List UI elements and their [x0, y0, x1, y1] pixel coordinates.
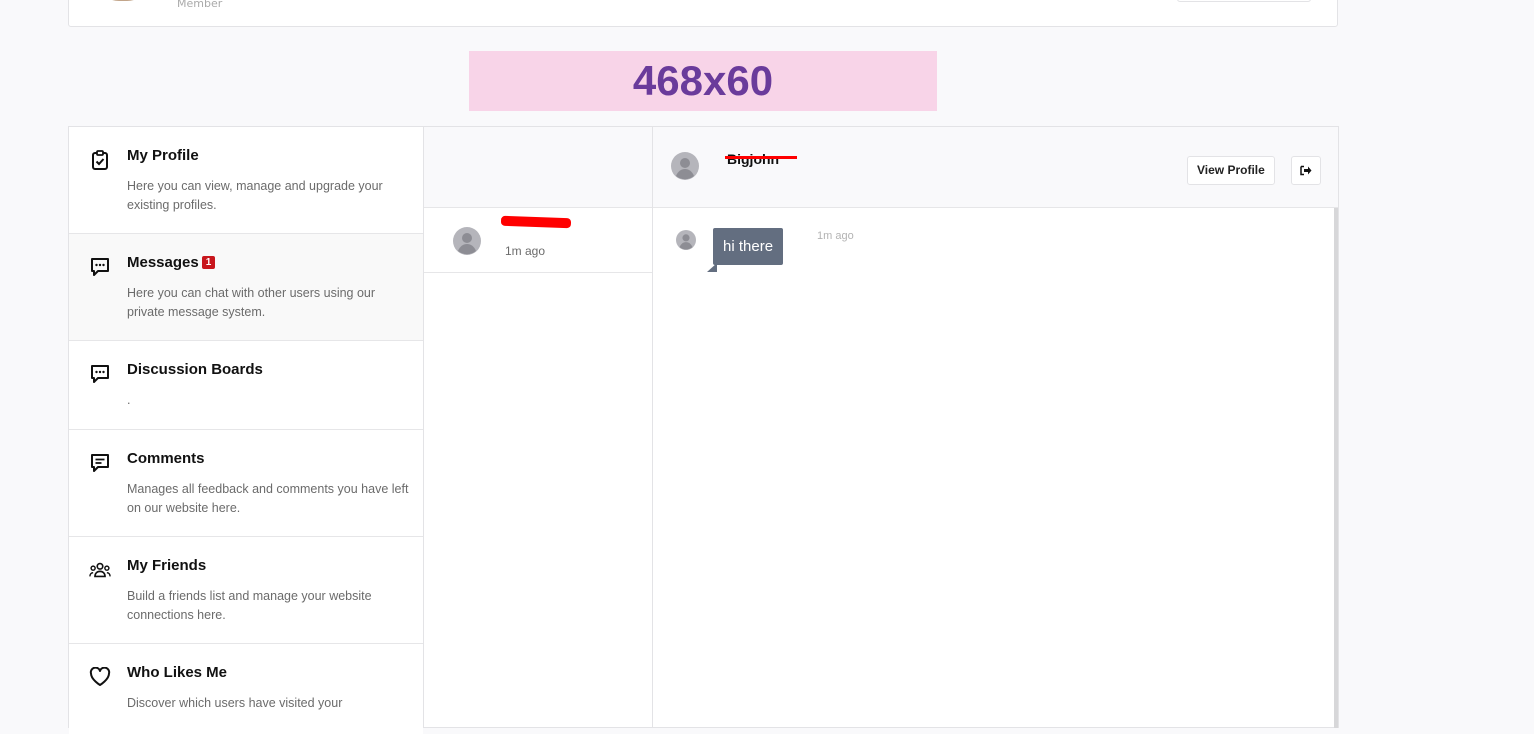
leave-chat-button[interactable] — [1291, 156, 1321, 185]
user-avatar-icon — [676, 230, 696, 254]
profile-card-button[interactable] — [1177, 0, 1311, 2]
member-role-label: Member — [177, 0, 223, 10]
clipboard-check-icon — [89, 149, 111, 171]
user-avatar-icon[interactable] — [671, 152, 699, 184]
conversation-list: 1m ago — [424, 127, 653, 727]
conversation-list-header — [424, 127, 652, 208]
message-time: 1m ago — [817, 230, 854, 242]
view-profile-button[interactable]: View Profile — [1187, 156, 1275, 185]
sidebar-item-desc: Discover which users have visited your — [127, 696, 343, 710]
sidebar-item-desc: Build a friends list and manage your web… — [127, 589, 372, 622]
name-redaction-mark — [725, 156, 797, 159]
chat-icon — [89, 363, 111, 385]
ad-banner-text: 468x60 — [632, 57, 774, 104]
sidebar-item-title: Discussion Boards — [127, 361, 263, 378]
sidebar-item-desc: Here you can chat with other users using… — [127, 286, 376, 319]
sidebar-item-desc: . — [127, 393, 131, 407]
chat-scrollbar[interactable] — [1334, 208, 1338, 728]
chat-icon — [89, 256, 111, 278]
sidebar-item-title: Comments — [127, 450, 205, 467]
redacted-username — [500, 215, 572, 229]
sidebar-item-my-friends[interactable]: My Friends Build a friends list and mana… — [69, 537, 423, 644]
sidebar-item-who-likes-me[interactable]: Who Likes Me Discover which users have v… — [69, 644, 423, 734]
sidebar-item-title: My Friends — [127, 557, 207, 574]
ad-banner[interactable]: 468x60 — [469, 51, 937, 111]
comment-icon — [89, 452, 111, 474]
sidebar-item-title: My Profile — [127, 147, 199, 164]
sidebar-item-title: Messages 1 — [127, 254, 216, 271]
chat-partner-name: Bigjohn — [727, 151, 780, 167]
sidebar-item-messages[interactable]: Messages 1 Here you can chat with other u… — [69, 234, 423, 341]
avatar — [95, 0, 151, 1]
chat-header: Bigjohn View Profile — [653, 127, 1338, 208]
sidebar-item-title: Who Likes Me — [127, 664, 228, 681]
chat-panel: Bigjohn View Profile hi there 1m ago — [653, 127, 1338, 728]
message-bubble: hi there — [713, 228, 784, 265]
account-sidebar: My Profile Here you can view, manage and… — [69, 127, 424, 734]
sidebar-item-my-profile[interactable]: My Profile Here you can view, manage and… — [69, 127, 423, 234]
sidebar-item-discussion-boards[interactable]: Discussion Boards . — [69, 341, 423, 430]
heart-icon — [89, 666, 111, 688]
sidebar-item-desc: Manages all feedback and comments you ha… — [127, 482, 409, 515]
sidebar-item-comments[interactable]: Comments Manages all feedback and commen… — [69, 430, 423, 537]
user-avatar-icon — [453, 227, 481, 259]
sign-out-icon — [1300, 165, 1312, 176]
messages-layout: My Profile Here you can view, manage and… — [68, 126, 1339, 734]
conversation-time: 1m ago — [505, 244, 546, 258]
sidebar-item-desc: Here you can view, manage and upgrade yo… — [127, 179, 383, 212]
profile-summary-card: Member — [68, 0, 1338, 27]
users-icon — [89, 559, 111, 581]
unread-badge: 1 — [201, 256, 216, 269]
conversation-item[interactable]: 1m ago — [424, 208, 652, 273]
chat-messages: hi there 1m ago — [653, 208, 1338, 728]
